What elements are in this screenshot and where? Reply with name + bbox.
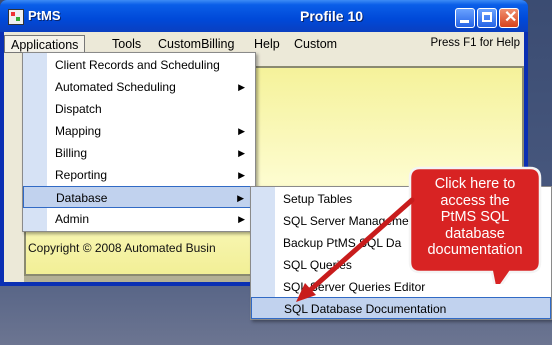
menu-item-label: Backup PtMS SQL Da bbox=[283, 236, 402, 250]
menu-item-mapping[interactable]: Mapping ▶ bbox=[23, 120, 255, 142]
callout-line: access the bbox=[440, 192, 510, 209]
callout-text: Click here to access the PtMS SQL databa… bbox=[408, 176, 542, 259]
menu-item-label: Dispatch bbox=[55, 102, 102, 116]
menu-item-label: SQL Server Queries Editor bbox=[283, 280, 426, 294]
menu-item-label: Setup Tables bbox=[283, 192, 353, 206]
menu-item-label: Admin bbox=[55, 212, 90, 226]
maximize-icon bbox=[482, 12, 492, 22]
submenu-arrow-icon: ▶ bbox=[238, 214, 245, 224]
menu-item-label: SQL Queries bbox=[283, 258, 352, 272]
menu-item-label: SQL Server Manageme bbox=[283, 214, 409, 228]
window-title: Profile 10 bbox=[300, 8, 364, 24]
menu-item-label: Database bbox=[56, 191, 108, 205]
app-name: PtMS bbox=[28, 8, 61, 23]
close-button[interactable]: ✕ bbox=[499, 8, 519, 28]
submenu-arrow-icon: ▶ bbox=[238, 126, 245, 136]
submenu-arrow-icon: ▶ bbox=[238, 170, 245, 180]
close-icon: ✕ bbox=[504, 9, 518, 26]
minimize-icon bbox=[460, 20, 469, 23]
menu-help[interactable]: Help bbox=[248, 35, 286, 53]
menu-item-label: SQL Database Documentation bbox=[284, 302, 447, 316]
menu-item-database[interactable]: Database ▶ bbox=[23, 186, 255, 208]
menu-item-label: Reporting bbox=[55, 168, 108, 182]
callout-line: database bbox=[445, 225, 505, 242]
menu-item-billing[interactable]: Billing ▶ bbox=[23, 142, 255, 164]
submenu-arrow-icon: ▶ bbox=[238, 82, 245, 92]
menu-item-label: Billing bbox=[55, 146, 88, 160]
menu-item-client-records[interactable]: Client Records and Scheduling bbox=[23, 54, 255, 76]
menu-tools[interactable]: Tools bbox=[106, 35, 147, 53]
menu-item-label: Client Records and Scheduling bbox=[55, 58, 220, 72]
menu-item-reporting[interactable]: Reporting ▶ bbox=[23, 164, 255, 186]
callout-line: PtMS SQL bbox=[440, 209, 510, 225]
submenu-arrow-icon: ▶ bbox=[238, 148, 245, 158]
title-bar[interactable]: PtMS Profile 10 ✕ bbox=[0, 0, 528, 32]
callout-line: Click here to bbox=[434, 176, 516, 192]
menu-applications[interactable]: Applications bbox=[4, 35, 86, 53]
app-icon[interactable] bbox=[8, 9, 24, 25]
menu-custom[interactable]: Custom bbox=[288, 35, 343, 53]
menu-item-dispatch[interactable]: Dispatch bbox=[23, 98, 255, 120]
menu-custombilling[interactable]: CustomBilling bbox=[152, 35, 240, 53]
maximize-button[interactable] bbox=[477, 8, 497, 28]
menu-item-label: Mapping bbox=[55, 124, 102, 138]
submenu-arrow-icon: ▶ bbox=[237, 193, 244, 203]
callout-line: documentation bbox=[427, 242, 523, 258]
minimize-button[interactable] bbox=[455, 8, 475, 28]
menu-item-sql-database-documentation[interactable]: SQL Database Documentation bbox=[251, 297, 551, 319]
menu-bar: Applications Tools CustomBilling Help Cu… bbox=[4, 35, 524, 53]
applications-dropdown: Client Records and Scheduling Automated … bbox=[22, 52, 256, 232]
menu-item-automated-scheduling[interactable]: Automated Scheduling ▶ bbox=[23, 76, 255, 98]
f1-help-hint: Press F1 for Help bbox=[430, 37, 520, 49]
menu-item-admin[interactable]: Admin ▶ bbox=[23, 208, 255, 230]
menu-item-label: Automated Scheduling bbox=[55, 80, 176, 94]
copyright-text: Copyright © 2008 Automated Busin bbox=[28, 241, 216, 255]
